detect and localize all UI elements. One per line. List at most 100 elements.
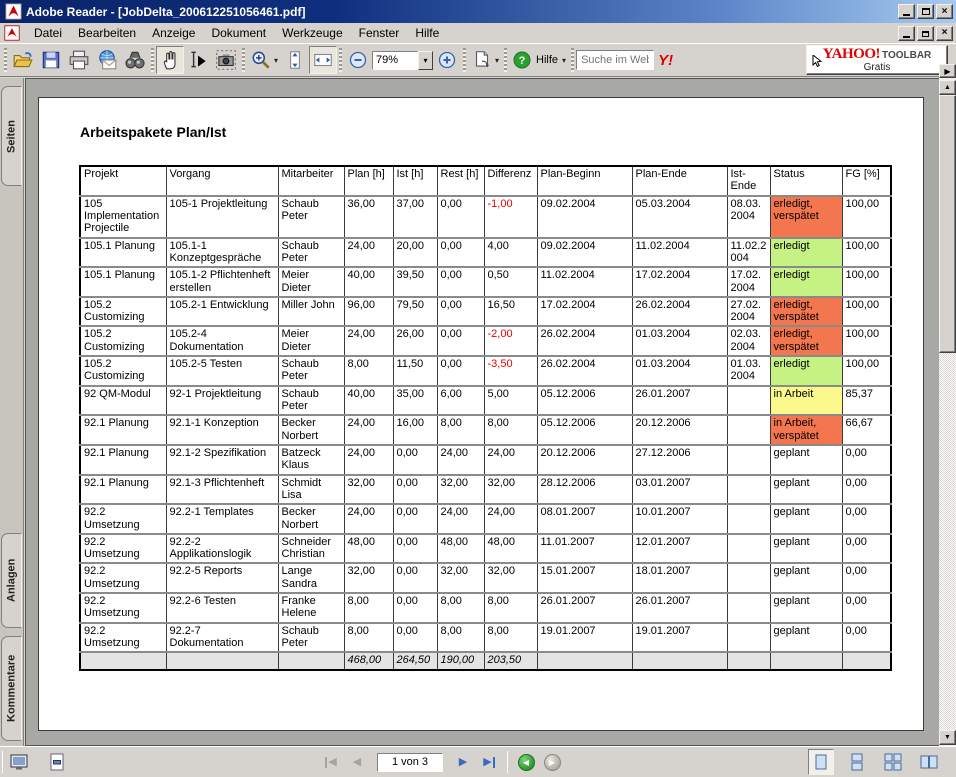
- document-minimize-button[interactable]: [898, 26, 915, 41]
- yahoo-y-icon[interactable]: Y!: [658, 52, 673, 69]
- search-button[interactable]: [121, 46, 149, 74]
- tab-anlagen[interactable]: Anlagen: [1, 533, 22, 628]
- cell-plan: 24,00: [344, 238, 393, 268]
- toolbar-grip[interactable]: [571, 48, 574, 72]
- last-page-button[interactable]: ▶: [477, 750, 501, 774]
- table-row: 105.1 Planung105.1-1 KonzeptgesprächeSch…: [80, 238, 891, 268]
- tab-seiten-label: Seiten: [6, 120, 18, 153]
- toolbar-grip[interactable]: [242, 48, 245, 72]
- fit-width-button[interactable]: [309, 46, 337, 74]
- cell-status: erledigt, verspätet: [770, 326, 842, 356]
- scrollbar-track[interactable]: [939, 353, 956, 730]
- scrollbar-thumb[interactable]: [939, 95, 956, 353]
- close-button[interactable]: ×: [936, 4, 953, 19]
- toolbar-grip[interactable]: [504, 48, 507, 72]
- yahoo-gratis-text: Gratis: [864, 63, 891, 74]
- single-page-layout-button[interactable]: [808, 749, 834, 775]
- email-button[interactable]: [93, 46, 121, 74]
- zoom-level-dropdown[interactable]: ▾: [418, 51, 433, 70]
- continuous-facing-layout-button[interactable]: [880, 749, 906, 775]
- menu-item-dokument[interactable]: Dokument: [203, 24, 274, 42]
- hide-toolbars-button[interactable]: [45, 750, 69, 774]
- next-view-button[interactable]: ▶: [540, 750, 564, 774]
- continuous-layout-button[interactable]: [844, 749, 870, 775]
- cell-plan_ende: 12.01.2007: [632, 534, 727, 564]
- cell-plan_beginn: 09.02.2004: [537, 238, 632, 268]
- fit-page-button[interactable]: [281, 46, 309, 74]
- next-page-button[interactable]: ▶: [451, 750, 475, 774]
- cell-projekt: 105.2 Customizing: [80, 356, 166, 386]
- toolbar-expand-icon[interactable]: ▶: [939, 64, 956, 78]
- cell-plan_beginn: 26.02.2004: [537, 356, 632, 386]
- document-viewport[interactable]: Arbeitspakete Plan/Ist ProjektVorgangMit…: [25, 78, 939, 746]
- menu-item-werkzeuge[interactable]: Werkzeuge: [274, 24, 350, 42]
- page-layout-controls: [808, 749, 956, 775]
- tab-kommentare[interactable]: Kommentare: [1, 636, 22, 741]
- web-search-input[interactable]: [576, 50, 654, 70]
- cell-ist: 0,00: [393, 593, 437, 623]
- page-display-dropdown-icon[interactable]: ▾: [495, 56, 499, 65]
- total-ist: 264,50: [393, 652, 437, 669]
- menu-item-anzeige[interactable]: Anzeige: [144, 24, 203, 42]
- show-size-button[interactable]: [7, 750, 31, 774]
- zoom-in-tool-button[interactable]: ▾: [247, 46, 281, 74]
- minimize-button[interactable]: [898, 4, 915, 19]
- column-header-status: Status: [770, 166, 842, 196]
- cell-mitarbeiter: Schaub Peter: [278, 196, 344, 238]
- menu-item-bearbeiten[interactable]: Bearbeiten: [70, 24, 144, 42]
- previous-page-button[interactable]: ◀: [345, 750, 369, 774]
- scroll-down-button[interactable]: ▼: [939, 730, 956, 745]
- document-restore-icon: [922, 31, 929, 37]
- zoom-tool-dropdown-icon[interactable]: ▾: [274, 56, 278, 65]
- menu-item-hilfe[interactable]: Hilfe: [407, 24, 447, 42]
- help-dropdown-icon[interactable]: ▾: [562, 56, 566, 65]
- cell-ist: 16,00: [393, 415, 437, 445]
- open-file-button[interactable]: [9, 46, 37, 74]
- title-bar[interactable]: Adobe Reader - [JobDelta_200612251056461…: [0, 0, 956, 23]
- first-page-button[interactable]: ◀: [319, 750, 343, 774]
- zoom-level-input[interactable]: [372, 51, 418, 70]
- cell-fg: 0,00: [842, 563, 891, 593]
- cell-ist: 37,00: [393, 196, 437, 238]
- yahoo-toolbar-button[interactable]: YAHOO! TOOLBAR Gratis: [806, 45, 948, 75]
- report-heading: Arbeitspakete Plan/Ist: [80, 124, 226, 140]
- help-button[interactable]: ? Hilfe ▾: [509, 46, 569, 74]
- column-header-projekt: Projekt: [80, 166, 166, 196]
- maximize-button[interactable]: [917, 4, 934, 19]
- cell-ist: 0,00: [393, 563, 437, 593]
- column-header-plan_beginn: Plan-Beginn: [537, 166, 632, 196]
- toolbar-grip[interactable]: [151, 48, 154, 72]
- cell-projekt: 105.1 Planung: [80, 267, 166, 297]
- tab-seiten[interactable]: Seiten: [1, 86, 22, 186]
- menu-item-fenster[interactable]: Fenster: [351, 24, 408, 42]
- cell-plan_beginn: 15.01.2007: [537, 563, 632, 593]
- toolbar-grip[interactable]: [339, 48, 342, 72]
- page-display-button[interactable]: ▾: [468, 46, 502, 74]
- toolbar-grip[interactable]: [4, 48, 7, 72]
- toolbar-grip[interactable]: [463, 48, 466, 72]
- document-restore-button[interactable]: [917, 26, 934, 41]
- page-indicator-input[interactable]: [377, 753, 443, 772]
- yahoo-logo-text: YAHOO!: [823, 47, 880, 63]
- table-row: 105.2 Customizing105.2-4 DokumentationMe…: [80, 326, 891, 356]
- menu-items: DateiBearbeitenAnzeigeDokumentWerkzeugeF…: [26, 24, 447, 42]
- cell-mitarbeiter: Schmidt Lisa: [278, 475, 344, 505]
- facing-layout-button[interactable]: [916, 749, 942, 775]
- zoom-out-button[interactable]: [344, 46, 372, 74]
- select-text-button[interactable]: [184, 46, 212, 74]
- vertical-scrollbar[interactable]: ▶ ▲ ▼: [939, 78, 956, 746]
- previous-view-button[interactable]: ◀: [514, 750, 538, 774]
- document-close-button[interactable]: ×: [936, 26, 953, 41]
- zoom-in-button[interactable]: [433, 46, 461, 74]
- print-button[interactable]: [65, 46, 93, 74]
- scroll-up-button[interactable]: ▲: [939, 80, 956, 95]
- cell-ist: 0,00: [393, 504, 437, 534]
- hand-tool-button[interactable]: [156, 46, 184, 74]
- save-button[interactable]: [37, 46, 65, 74]
- cell-plan_ende: 01.03.2004: [632, 326, 727, 356]
- cell-ist_ende: 01.03.2004: [727, 356, 770, 386]
- cell-plan: 8,00: [344, 593, 393, 623]
- snapshot-button[interactable]: [212, 46, 240, 74]
- menu-item-datei[interactable]: Datei: [26, 24, 70, 42]
- cell-plan_beginn: 26.01.2007: [537, 593, 632, 623]
